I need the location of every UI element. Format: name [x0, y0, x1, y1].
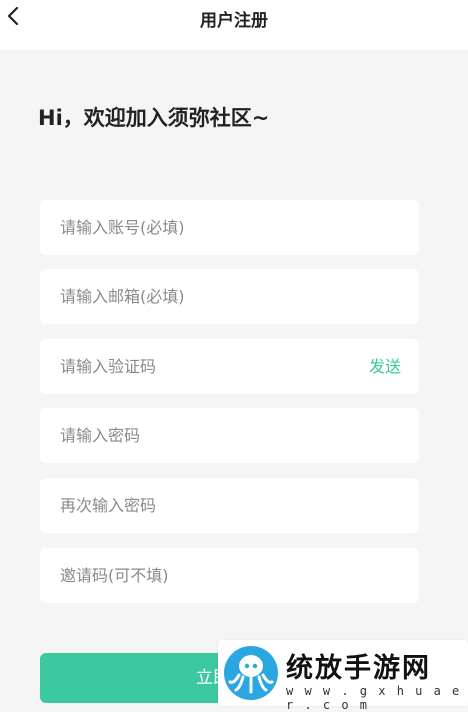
- watermark-name: 统放手游网: [286, 653, 431, 684]
- watermark: 统放手游网 w w w . g x h u a e r . c o m: [218, 640, 468, 712]
- top-bar: 用户注册: [0, 0, 468, 50]
- watermark-url: w w w . g x h u a e r . c o m: [286, 684, 462, 712]
- octopus-logo-icon: [224, 646, 278, 700]
- email-field: [40, 269, 419, 324]
- confirm-password-input[interactable]: [60, 478, 360, 533]
- send-code-button[interactable]: 发送: [369, 339, 401, 394]
- invite-code-field: [40, 548, 419, 603]
- verification-code-input[interactable]: [60, 339, 360, 394]
- page-title: 用户注册: [200, 11, 268, 31]
- invite-code-input[interactable]: [60, 548, 360, 603]
- confirm-password-field: [40, 478, 419, 533]
- account-input[interactable]: [60, 200, 360, 255]
- verification-code-field: 发送: [40, 339, 419, 394]
- password-input[interactable]: [60, 408, 360, 463]
- email-input[interactable]: [60, 269, 360, 324]
- password-field: [40, 408, 419, 463]
- welcome-heading: Hi，欢迎加入须弥社区~: [38, 106, 270, 130]
- account-field: [40, 200, 419, 255]
